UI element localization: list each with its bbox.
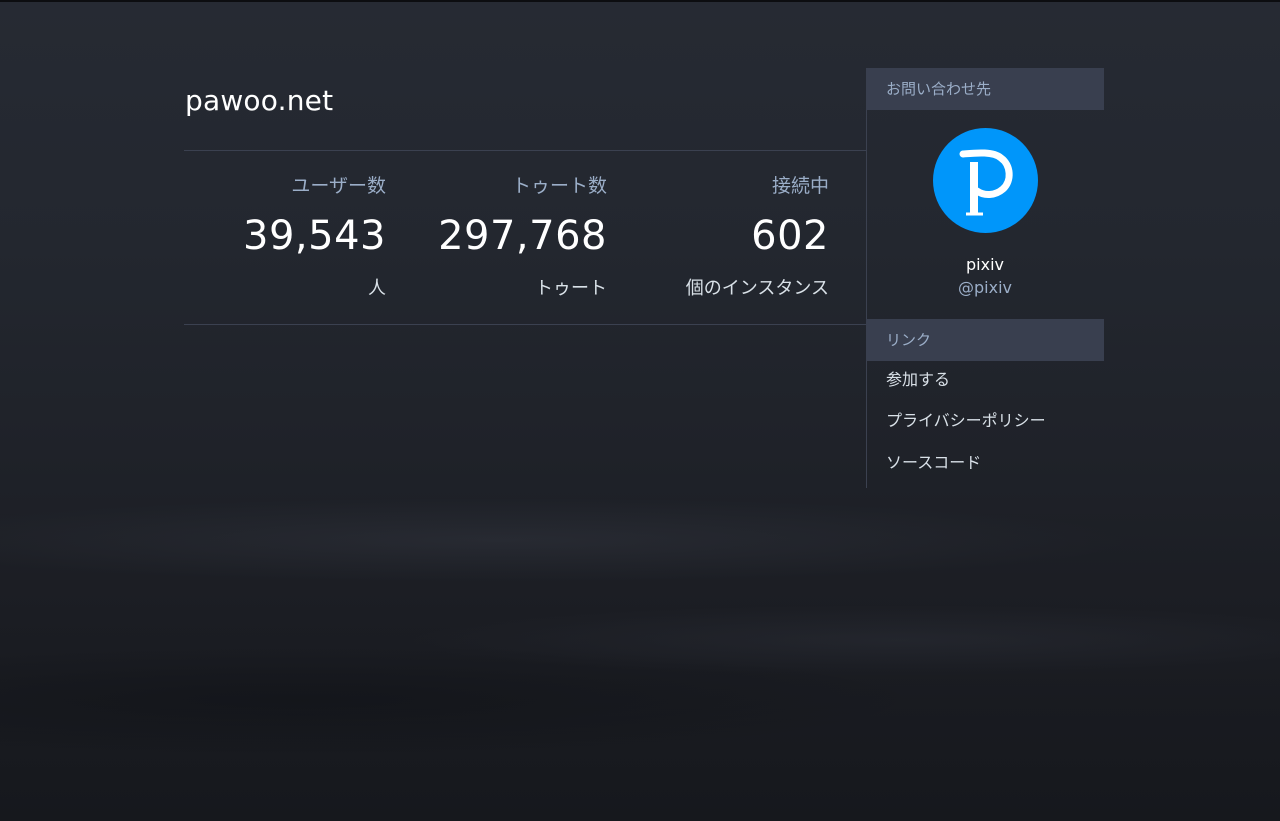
contact-handle[interactable]: @pixiv [866,277,1104,299]
stat-connections-unit: 個のインスタンス [685,278,829,299]
stat-users: ユーザー数 39,543 人 [186,170,386,304]
join-link[interactable]: 参加する [886,368,950,392]
contact-avatar[interactable] [933,128,1038,233]
stat-toots-value: 297,768 [438,213,607,259]
stat-users-value: 39,543 [243,213,386,259]
stats-divider-bottom [184,324,866,325]
stat-users-label: ユーザー数 [291,175,386,197]
stat-connections-value: 602 [751,213,829,259]
stat-connections: 接続中 602 個のインスタンス [629,170,829,304]
contact-section-header: お問い合わせ先 [866,68,1104,110]
site-title: pawoo.net [185,84,334,117]
top-edge-bar [0,0,1280,2]
source-code-link[interactable]: ソースコード [886,451,981,475]
pixiv-logo-icon [959,149,1013,216]
stat-toots-unit: トゥート [535,278,607,299]
stat-connections-label: 接続中 [771,175,829,197]
sidebar: お問い合わせ先 pixiv @pixiv リンク 参加する プライバシーポリシー… [866,68,1104,488]
stat-toots-label: トゥート数 [511,175,607,197]
contact-name[interactable]: pixiv [866,254,1104,276]
links-section-header: リンク [866,319,1104,361]
stat-toots: トゥート数 297,768 トゥート [407,170,607,304]
privacy-policy-link[interactable]: プライバシーポリシー [886,409,1046,433]
stats-divider-top [184,150,866,151]
stat-users-unit: 人 [368,278,386,299]
